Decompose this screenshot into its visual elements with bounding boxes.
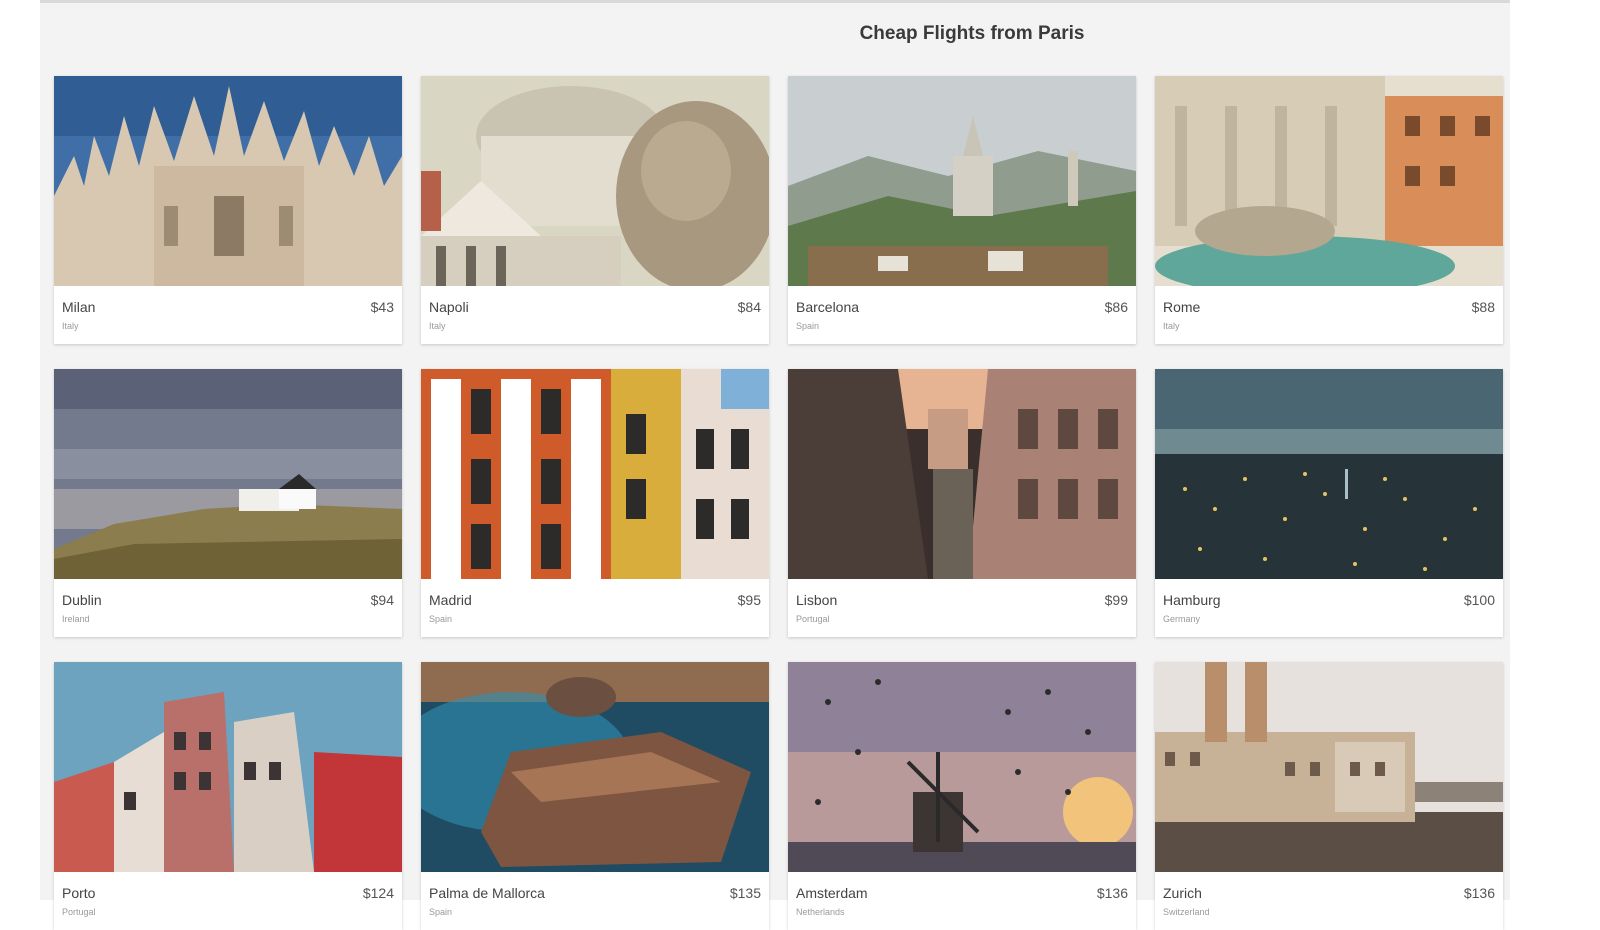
destination-price: $88 bbox=[1471, 299, 1495, 315]
destination-city: Porto bbox=[62, 885, 96, 901]
destination-card-zurich[interactable]: Zurich Switzerland $136 bbox=[1155, 662, 1503, 930]
destination-city: Lisbon bbox=[796, 592, 838, 608]
destination-city: Amsterdam bbox=[796, 885, 868, 901]
destination-country: Ireland bbox=[62, 614, 90, 624]
destination-city: Rome bbox=[1163, 299, 1201, 315]
destination-photo bbox=[421, 662, 769, 872]
destination-price: $136 bbox=[1096, 885, 1128, 901]
destination-city: Zurich bbox=[1163, 885, 1202, 901]
destination-city: Hamburg bbox=[1163, 592, 1221, 608]
destination-price: $124 bbox=[362, 885, 394, 901]
destination-card-rome[interactable]: Rome Italy $88 bbox=[1155, 76, 1503, 344]
destination-country: Portugal bbox=[796, 614, 830, 624]
destination-photo bbox=[788, 662, 1136, 872]
destination-country: Spain bbox=[429, 907, 453, 917]
destination-photo bbox=[788, 76, 1136, 286]
destination-country: Italy bbox=[429, 321, 446, 331]
destination-city: Palma de Mallorca bbox=[429, 885, 545, 901]
destination-price: $95 bbox=[737, 592, 761, 608]
page-title: Cheap Flights from Paris bbox=[859, 23, 1085, 44]
destination-photo bbox=[421, 369, 769, 579]
destination-photo bbox=[54, 662, 402, 872]
destination-card-milan[interactable]: Milan Italy $43 bbox=[54, 76, 402, 344]
destination-photo bbox=[54, 369, 402, 579]
destination-city: Dublin bbox=[62, 592, 102, 608]
destination-card-porto[interactable]: Porto Portugal $124 bbox=[54, 662, 402, 930]
destination-card-napoli[interactable]: Napoli Italy $84 bbox=[421, 76, 769, 344]
destination-city: Napoli bbox=[429, 299, 469, 315]
destination-country: Italy bbox=[1163, 321, 1180, 331]
destination-country: Italy bbox=[62, 321, 79, 331]
destination-price: $100 bbox=[1463, 592, 1495, 608]
destination-photo bbox=[1155, 369, 1503, 579]
destination-photo bbox=[1155, 76, 1503, 286]
destination-city: Milan bbox=[62, 299, 96, 315]
destination-country: Portugal bbox=[62, 907, 96, 917]
destination-city: Barcelona bbox=[796, 299, 860, 315]
destination-country: Switzerland bbox=[1163, 907, 1210, 917]
destination-card-madrid[interactable]: Madrid Spain $95 bbox=[421, 369, 769, 637]
destination-price: $99 bbox=[1104, 592, 1128, 608]
destination-card-amsterdam[interactable]: Amsterdam Netherlands $136 bbox=[788, 662, 1136, 930]
destination-city: Madrid bbox=[429, 592, 472, 608]
destination-price: $136 bbox=[1463, 885, 1495, 901]
destination-card-lisbon[interactable]: Lisbon Portugal $99 bbox=[788, 369, 1136, 637]
destination-price: $43 bbox=[370, 299, 394, 315]
destination-price: $86 bbox=[1104, 299, 1128, 315]
destination-price: $94 bbox=[370, 592, 394, 608]
destination-photo bbox=[1155, 662, 1503, 872]
destination-price: $135 bbox=[729, 885, 761, 901]
destination-card-palma-de-mallorca[interactable]: Palma de Mallorca Spain $135 bbox=[421, 662, 769, 930]
destination-photo bbox=[421, 76, 769, 286]
destination-card-hamburg[interactable]: Hamburg Germany $100 bbox=[1155, 369, 1503, 637]
destination-country: Spain bbox=[429, 614, 453, 624]
destination-country: Spain bbox=[796, 321, 820, 331]
destination-price: $84 bbox=[737, 299, 761, 315]
destination-country: Germany bbox=[1163, 614, 1201, 624]
destination-country: Netherlands bbox=[796, 907, 845, 917]
destination-photo bbox=[54, 76, 402, 286]
destination-card-barcelona[interactable]: Barcelona Spain $86 bbox=[788, 76, 1136, 344]
destination-card-dublin[interactable]: Dublin Ireland $94 bbox=[54, 369, 402, 637]
destination-photo bbox=[788, 369, 1136, 579]
